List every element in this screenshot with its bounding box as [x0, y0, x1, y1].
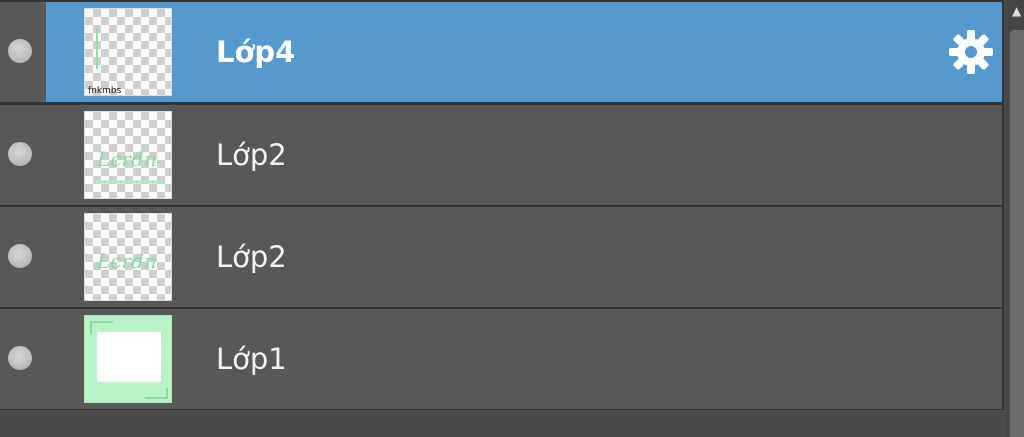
thumb-caption: fnkmbs	[88, 86, 122, 96]
layer-row-main[interactable]: Lcrdn Lớp2	[46, 105, 1002, 205]
layer-thumbnail: fnkmbs	[84, 8, 172, 96]
layers-panel: fnkmbs Lớp4 Lcrdn Lớp2 Lcrdn Lớp2 Lớp1	[0, 0, 1004, 410]
layer-thumbnail: Lcrdn	[84, 213, 172, 301]
visibility-toggle-icon[interactable]	[8, 142, 32, 166]
scrollbar-thumb[interactable]	[1010, 30, 1024, 437]
layer-row-lop4[interactable]: fnkmbs Lớp4	[0, 2, 1002, 102]
visibility-toggle-icon[interactable]	[8, 346, 32, 370]
visibility-column	[0, 105, 45, 205]
panel-footer	[0, 410, 1006, 437]
layer-row-main[interactable]: Lớp1	[46, 309, 1002, 409]
layer-row-lop2[interactable]: Lcrdn Lớp2	[0, 105, 1002, 205]
thumbnail-art: Lcrdn	[95, 147, 165, 184]
layer-row-main[interactable]: fnkmbs Lớp4	[46, 2, 1002, 102]
thumbnail-art	[90, 321, 168, 399]
visibility-column	[0, 309, 45, 409]
thumbnail-art: fnkmbs	[88, 29, 122, 96]
layer-row-main[interactable]: Lcrdn Lớp2	[46, 207, 1002, 307]
layer-row-lop2[interactable]: Lcrdn Lớp2	[0, 207, 1002, 307]
layer-name: Lớp4	[216, 35, 296, 69]
layer-name: Lớp1	[216, 342, 287, 376]
layer-thumbnail: Lcrdn	[84, 111, 172, 199]
layer-name: Lớp2	[216, 240, 287, 274]
layer-name: Lớp2	[216, 138, 287, 172]
visibility-toggle-icon[interactable]	[8, 39, 32, 63]
thumbnail-art: Lcrdn	[96, 249, 157, 273]
scroll-up-arrow-icon[interactable]: ▲	[1012, 2, 1024, 20]
gear-icon[interactable]	[948, 29, 994, 75]
thumb-caption: Lcrdn	[96, 147, 157, 171]
visibility-column	[0, 2, 45, 102]
thumb-caption: Lcrdn	[96, 249, 157, 273]
layer-row-lop1[interactable]: Lớp1	[0, 309, 1002, 409]
layer-thumbnail	[84, 315, 172, 403]
visibility-column	[0, 207, 45, 307]
visibility-toggle-icon[interactable]	[8, 244, 32, 268]
